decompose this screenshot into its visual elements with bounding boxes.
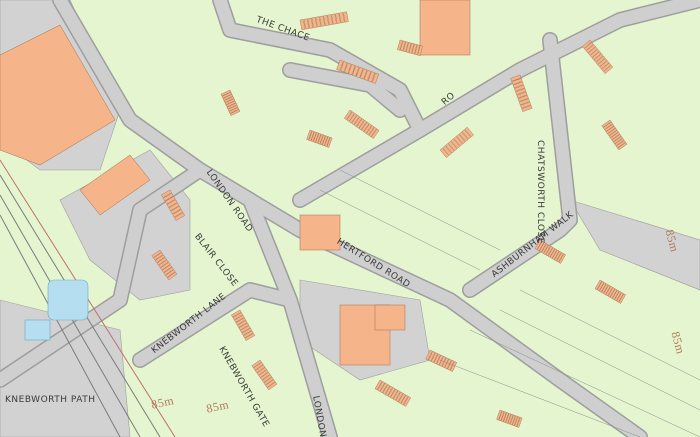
chatsworth-close-label: CHATSWORTH CLOSE: [535, 140, 545, 244]
knebworth-path-label: KNEBWORTH PATH: [5, 395, 96, 405]
map-canvas[interactable]: THE CHACE LONDON ROAD HERTFORD ROAD CHAT…: [0, 0, 700, 437]
map-features: [0, 0, 700, 437]
